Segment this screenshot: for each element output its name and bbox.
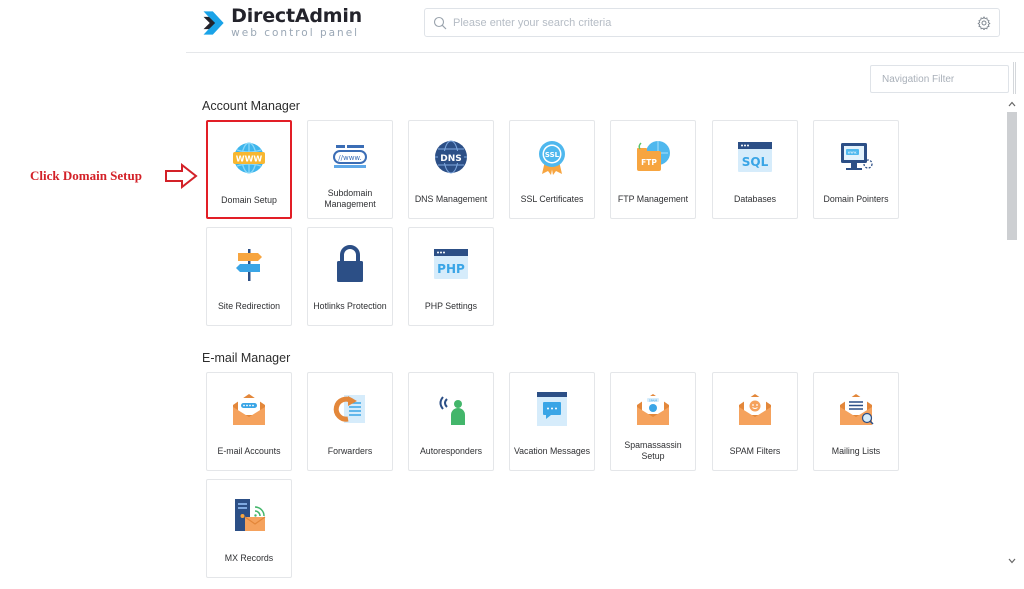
- header-divider: [186, 52, 1024, 53]
- signpost-icon: [229, 244, 269, 284]
- directadmin-logo-icon: [203, 11, 224, 35]
- tile-label: Vacation Messages: [513, 445, 591, 456]
- svg-text:WWW: WWW: [236, 155, 263, 164]
- tile-autoresponders[interactable]: Autoresponders: [408, 372, 494, 471]
- tile-label: MX Records: [224, 552, 274, 563]
- tile-label: Hotlinks Protection: [313, 300, 387, 311]
- svg-text://www.: //www.: [338, 154, 361, 162]
- tile-domain-setup[interactable]: WWW Domain Setup: [206, 120, 292, 219]
- tile-php-settings[interactable]: PHP PHP Settings: [408, 227, 494, 326]
- svg-text:PHP: PHP: [437, 262, 465, 276]
- forward-document-icon: [330, 389, 370, 429]
- tile-dns-management[interactable]: DNS DNS Management: [408, 120, 494, 219]
- tile-spamassassin-setup[interactable]: SPAM Spamassassin Setup: [610, 372, 696, 471]
- tile-label: SPAM Filters: [729, 445, 781, 456]
- vacation-message-icon: [532, 389, 572, 429]
- tile-label: Mailing Lists: [831, 445, 881, 456]
- sql-window-icon: SQL: [735, 137, 775, 177]
- directadmin-logo[interactable]: DirectAdmin web control panel: [202, 5, 362, 41]
- globe-www-icon: WWW: [229, 138, 269, 178]
- tile-label: Domain Setup: [221, 194, 277, 205]
- tile-label: E-mail Accounts: [217, 445, 281, 456]
- section-title-account-manager: Account Manager: [202, 99, 300, 113]
- svg-text:DNS: DNS: [440, 154, 462, 164]
- spam-filter-envelope-icon: [735, 389, 775, 429]
- tile-domain-pointers[interactable]: www. Domain Pointers: [813, 120, 899, 219]
- chevron-up-icon[interactable]: [1008, 100, 1016, 108]
- autoresponder-person-icon: [431, 389, 471, 429]
- svg-text:SSL: SSL: [545, 151, 560, 159]
- tile-spam-filters[interactable]: SPAM Filters: [712, 372, 798, 471]
- tile-forwarders[interactable]: Forwarders: [307, 372, 393, 471]
- dns-globe-icon: DNS: [431, 137, 471, 177]
- logo-subtitle: web control panel: [231, 27, 360, 40]
- svg-text:SQL: SQL: [742, 155, 769, 169]
- svg-text:FTP: FTP: [641, 158, 657, 167]
- tile-label: Forwarders: [327, 445, 373, 456]
- tile-label: Domain Pointers: [823, 193, 889, 204]
- search-icon: [433, 16, 447, 29]
- tile-databases[interactable]: SQL Databases: [712, 120, 798, 219]
- section-title-email-manager: E-mail Manager: [202, 351, 291, 365]
- tile-subdomain-management[interactable]: //www. Subdomain Management: [307, 120, 393, 219]
- envelope-icon: [229, 389, 269, 429]
- arrow-right-icon: [165, 163, 198, 189]
- spam-envelope-icon: SPAM: [633, 389, 673, 429]
- tile-hotlinks-protection[interactable]: Hotlinks Protection: [307, 227, 393, 326]
- ftp-folder-icon: FTP: [633, 137, 673, 177]
- tile-vacation-messages[interactable]: Vacation Messages: [509, 372, 595, 471]
- tile-label: Databases: [733, 193, 777, 204]
- padlock-icon: [330, 244, 370, 284]
- svg-text:SPAM: SPAM: [649, 398, 658, 402]
- tile-mx-records[interactable]: MX Records: [206, 479, 292, 578]
- chevron-down-icon[interactable]: [1008, 557, 1016, 565]
- tile-label: Site Redirection: [217, 300, 281, 311]
- ssl-badge-icon: SSL: [532, 137, 572, 177]
- tile-site-redirection[interactable]: Site Redirection: [206, 227, 292, 326]
- panel-resize-handle[interactable]: [1013, 62, 1016, 94]
- php-window-icon: PHP: [431, 244, 471, 284]
- domain-pointer-monitor-icon: www.: [836, 137, 876, 177]
- search-box: [424, 8, 1000, 37]
- tile-label: DNS Management: [414, 193, 488, 204]
- tile-ftp-management[interactable]: FTP FTP Management: [610, 120, 696, 219]
- logo-title: DirectAdmin: [231, 5, 362, 28]
- tile-label: Subdomain Management: [324, 188, 376, 209]
- tile-label: Autoresponders: [419, 445, 483, 456]
- mx-server-icon: [229, 496, 269, 536]
- tile-label: Spamassassin Setup: [624, 440, 682, 461]
- mailing-list-envelope-icon: [836, 389, 876, 429]
- annotation-text: Click Domain Setup: [30, 168, 142, 183]
- tile-label: FTP Management: [617, 193, 689, 204]
- gear-icon[interactable]: [977, 15, 991, 30]
- search-input[interactable]: [453, 12, 977, 33]
- subdomain-icon: //www.: [330, 137, 370, 177]
- scrollbar-thumb[interactable]: [1007, 112, 1017, 240]
- scrollbar[interactable]: [1004, 97, 1020, 567]
- tile-label: PHP Settings: [424, 300, 478, 311]
- tile-label: SSL Certificates: [520, 193, 584, 204]
- tile-ssl-certificates[interactable]: SSL SSL Certificates: [509, 120, 595, 219]
- svg-text:www.: www.: [848, 151, 857, 155]
- tile-email-accounts[interactable]: E-mail Accounts: [206, 372, 292, 471]
- navigation-filter-input[interactable]: [870, 65, 1009, 93]
- tile-mailing-lists[interactable]: Mailing Lists: [813, 372, 899, 471]
